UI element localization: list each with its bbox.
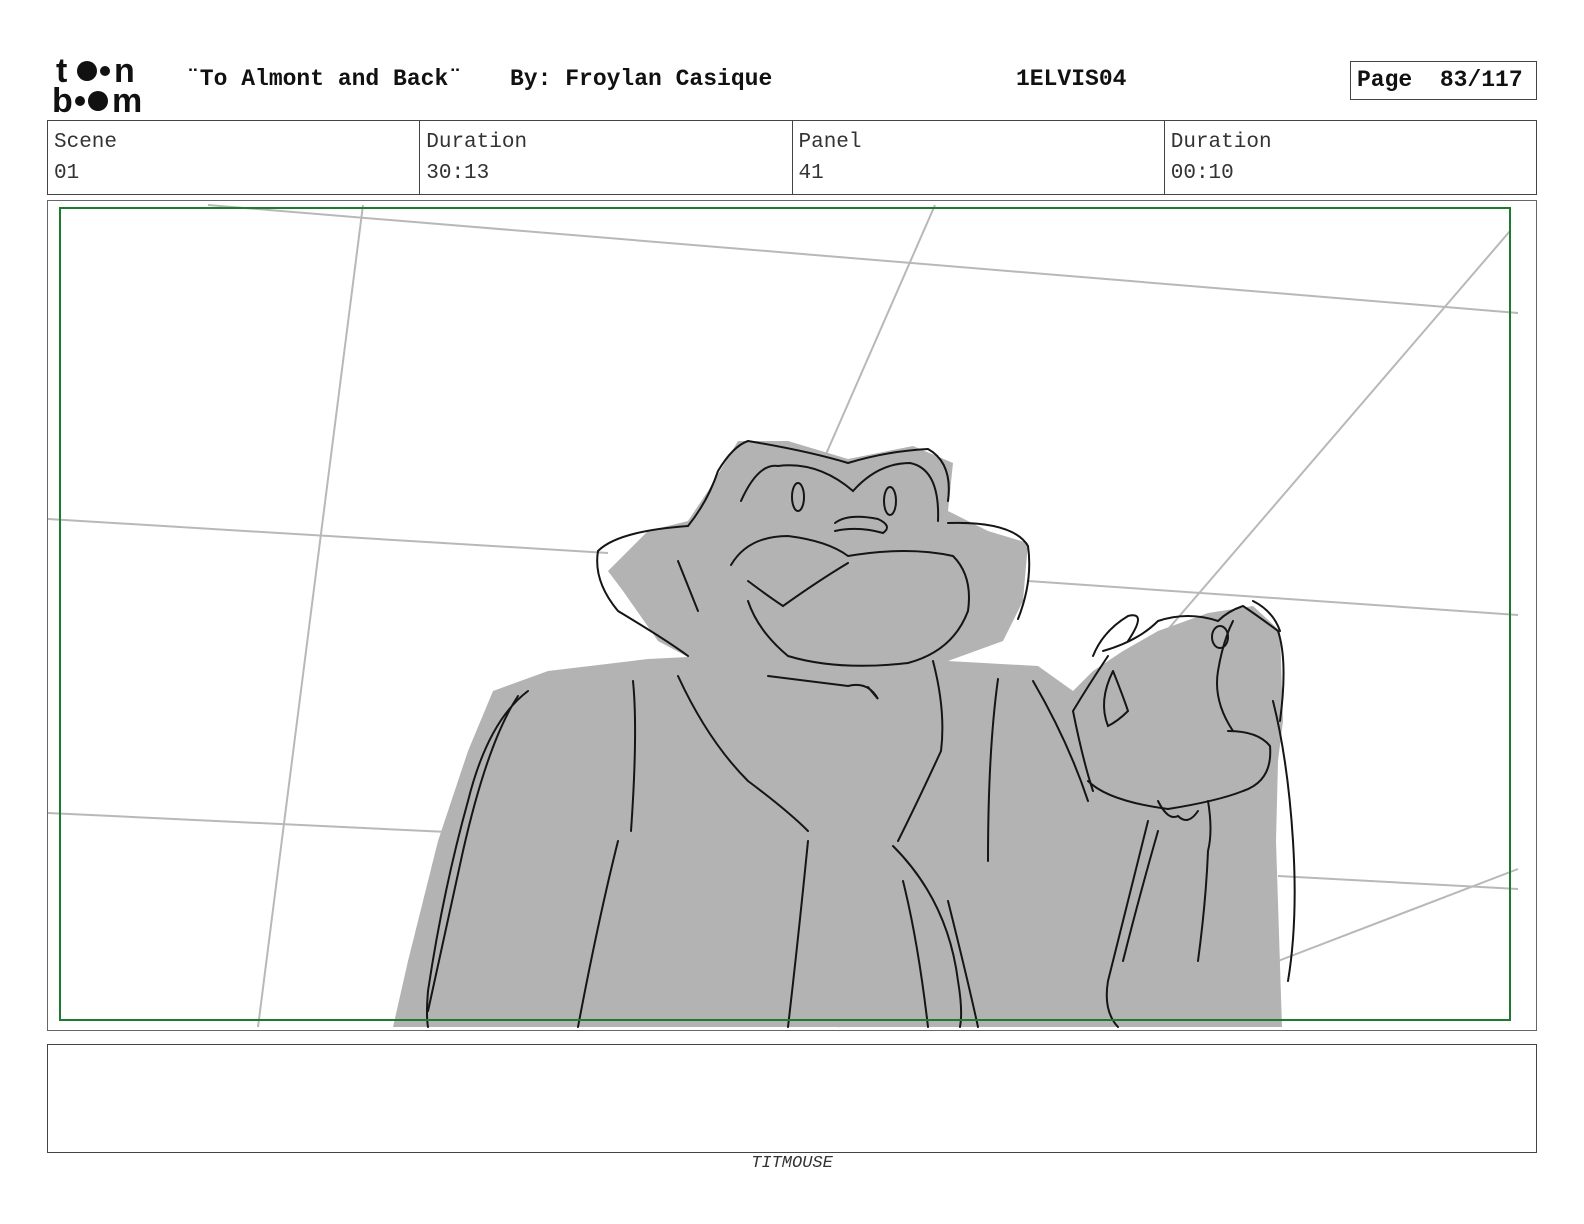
scene-duration-label: Duration bbox=[426, 131, 528, 154]
storyboard-panel bbox=[47, 200, 1537, 1031]
studio-footer: TITMOUSE bbox=[751, 1154, 833, 1173]
character-silhouette bbox=[393, 441, 1283, 1027]
panel-label: Panel bbox=[798, 131, 862, 154]
svg-text:m: m bbox=[112, 82, 142, 114]
toon-boom-logo: t n b m bbox=[52, 52, 142, 114]
page-indicator: Page 83/117 bbox=[1350, 61, 1537, 100]
scene-duration-cell: Duration 30:13 bbox=[420, 121, 793, 194]
storyboard-author: By: Froylan Casique bbox=[510, 66, 773, 92]
scene-cell: Scene 01 bbox=[48, 121, 421, 194]
panel-duration-cell: Duration 00:10 bbox=[1165, 121, 1536, 194]
page-label: Page bbox=[1357, 67, 1413, 93]
panel-info-row: Scene 01 Duration 30:13 Panel 41 Duratio… bbox=[47, 120, 1537, 195]
panel-cell: Panel 41 bbox=[793, 121, 1165, 194]
storyboard-title: ¨To Almont and Back¨ bbox=[186, 66, 463, 92]
panel-duration-value: 00:10 bbox=[1170, 162, 1234, 185]
panel-duration-label: Duration bbox=[1170, 131, 1272, 154]
panel-sketch bbox=[48, 204, 1519, 1028]
panel-value: 41 bbox=[798, 162, 824, 185]
svg-text:b: b bbox=[52, 82, 73, 114]
scene-duration-value: 30:13 bbox=[426, 162, 490, 185]
scene-label: Scene bbox=[54, 131, 118, 154]
scene-value: 01 bbox=[54, 162, 80, 185]
episode-code: 1ELVIS04 bbox=[1016, 66, 1127, 92]
panel-notes-box bbox=[47, 1044, 1537, 1153]
page-number: 83/117 bbox=[1439, 67, 1523, 93]
